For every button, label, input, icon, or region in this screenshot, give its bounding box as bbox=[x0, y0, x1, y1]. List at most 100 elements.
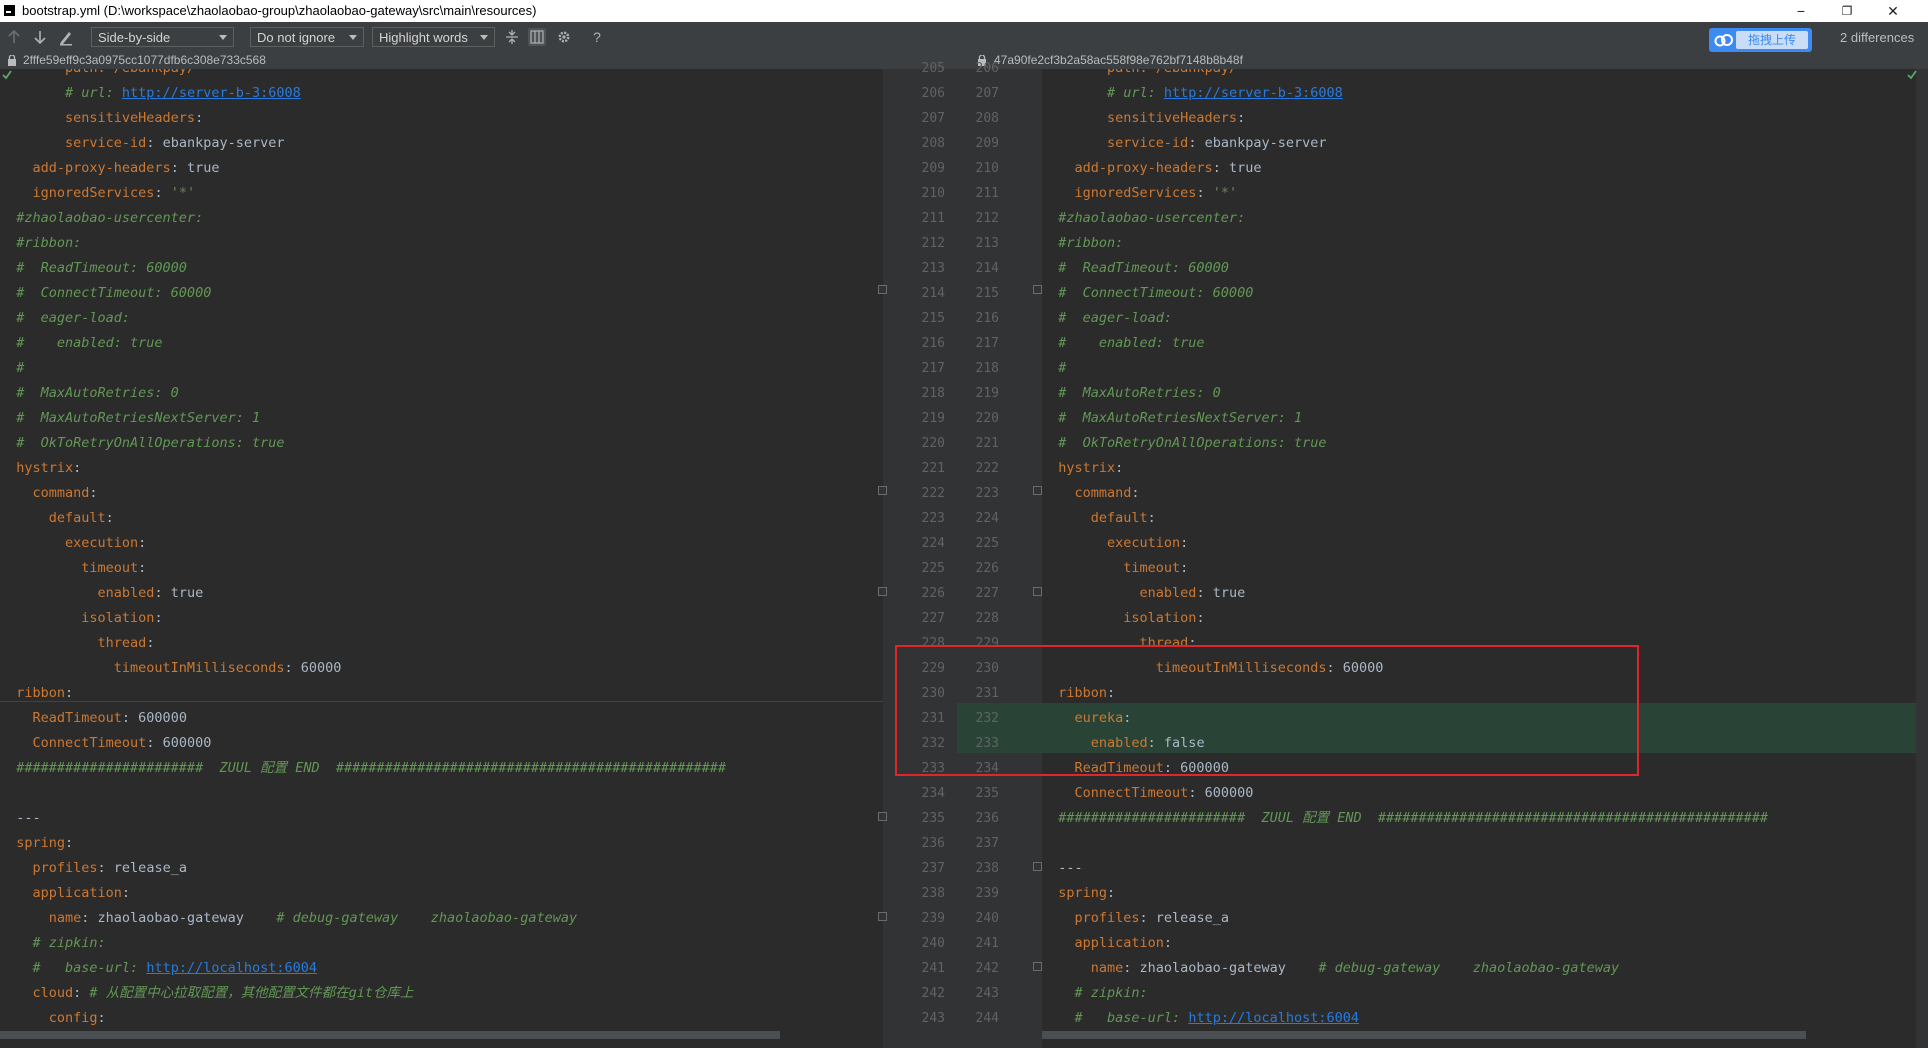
code-token: : true bbox=[154, 585, 204, 601]
line-number: 221 bbox=[975, 436, 999, 451]
diff-gutter: 205 206 207 208 209 210 211 212 213 214 215 216 217 2… bbox=[893, 61, 1042, 1048]
code-token: # zipkin: bbox=[0, 935, 106, 951]
line-number: 239 bbox=[975, 886, 999, 901]
code-token: add-proxy-headers bbox=[1042, 160, 1213, 176]
next-difference-icon[interactable] bbox=[31, 28, 49, 46]
help-icon[interactable]: ? bbox=[588, 28, 606, 46]
code-line: ignoredServices: '*' bbox=[1042, 181, 1768, 206]
url-link[interactable]: http://localhost:6004 bbox=[1188, 1010, 1359, 1026]
line-number: 243 bbox=[921, 1011, 945, 1026]
line-number: 211 bbox=[975, 186, 999, 201]
code-line: path: /ebankpay/ bbox=[1042, 69, 1768, 81]
code-token: name bbox=[0, 910, 82, 926]
code-line: # url: http://server-b-3:6008 bbox=[0, 81, 726, 106]
code-token: enabled bbox=[0, 585, 155, 601]
code-token: # bbox=[1042, 360, 1067, 376]
fold-marker-icon[interactable] bbox=[878, 812, 887, 821]
code-token: # ConnectTimeout: 60000 bbox=[1042, 285, 1254, 301]
code-token: # ConnectTimeout: 60000 bbox=[0, 285, 212, 301]
restore-button[interactable]: ❐ bbox=[1824, 0, 1870, 22]
collapse-unchanged-icon[interactable] bbox=[503, 28, 521, 46]
code-token: : 60000 bbox=[284, 660, 342, 676]
fold-marker-icon[interactable] bbox=[1033, 587, 1042, 596]
edit-source-icon[interactable] bbox=[57, 28, 75, 46]
minimize-button[interactable]: − bbox=[1778, 0, 1824, 22]
line-number: 227 bbox=[975, 586, 999, 601]
code-token: # MaxAutoRetriesNextServer: 1 bbox=[0, 410, 261, 426]
close-button[interactable]: ✕ bbox=[1870, 0, 1916, 22]
code-token: isolation bbox=[1042, 610, 1197, 626]
left-horizontal-scrollbar[interactable] bbox=[0, 1031, 780, 1039]
line-number: 221 bbox=[921, 461, 945, 476]
line-number: 217 bbox=[921, 361, 945, 376]
upload-label: 拖拽上传 bbox=[1736, 31, 1808, 49]
line-number: 217 bbox=[975, 336, 999, 351]
code-token: timeoutInMilliseconds bbox=[0, 660, 285, 676]
code-token: path: /ebankpay/ bbox=[65, 69, 195, 76]
right-vertical-scrollbar[interactable] bbox=[1916, 69, 1928, 1048]
app-icon bbox=[4, 5, 15, 16]
url-link[interactable]: http://localhost:6004 bbox=[146, 960, 317, 976]
code-line: # zipkin: bbox=[0, 931, 726, 956]
code-token: : bbox=[154, 185, 171, 201]
code-token: : bbox=[146, 635, 155, 651]
code-token: application bbox=[1042, 935, 1164, 951]
fold-marker-icon[interactable] bbox=[878, 486, 887, 495]
code-token: : bbox=[1163, 935, 1173, 951]
right-editor[interactable]: path: /ebankpay/ # url: http://server-b-… bbox=[1042, 69, 1916, 1048]
line-number: 234 bbox=[921, 786, 945, 801]
chevron-down-icon bbox=[219, 35, 227, 40]
fold-marker-icon[interactable] bbox=[1033, 962, 1042, 971]
code-line: # enabled: true bbox=[0, 331, 726, 356]
line-number: 219 bbox=[921, 411, 945, 426]
ignore-mode-label: Do not ignore bbox=[257, 30, 336, 45]
line-number: 206 bbox=[921, 86, 945, 101]
line-number: 243 bbox=[975, 986, 999, 1001]
code-token: # enabled: true bbox=[0, 335, 163, 351]
code-token: thread bbox=[0, 635, 147, 651]
code-token: #zhaolaobao-usercenter: bbox=[1042, 210, 1246, 226]
line-number: 236 bbox=[921, 836, 945, 851]
code-line: ConnectTimeout: 600000 bbox=[1042, 781, 1768, 806]
fold-marker-icon[interactable] bbox=[1033, 285, 1042, 294]
code-token: # OkToRetryOnAllOperations: true bbox=[1042, 435, 1327, 451]
line-number: 213 bbox=[921, 261, 945, 276]
code-token: : bbox=[97, 1010, 106, 1026]
ignore-mode-dropdown[interactable]: Do not ignore bbox=[250, 27, 364, 47]
right-horizontal-scrollbar[interactable] bbox=[1042, 1031, 1806, 1039]
code-token: : bbox=[1237, 110, 1246, 126]
line-number: 222 bbox=[921, 486, 945, 501]
line-number: 222 bbox=[975, 461, 999, 476]
code-token: : 600000 bbox=[121, 710, 187, 726]
upload-widget[interactable]: 拖拽上传 bbox=[1709, 28, 1812, 52]
fold-marker-icon[interactable] bbox=[1033, 862, 1042, 871]
code-token: : bbox=[65, 835, 74, 851]
line-number: 212 bbox=[921, 236, 945, 251]
right-revision-hash: 47a90fe2cf3b2a58ac558f98e762bf7148b8b48f bbox=[994, 53, 1243, 67]
previous-difference-icon[interactable] bbox=[5, 28, 23, 46]
fold-marker-icon[interactable] bbox=[878, 587, 887, 596]
gear-icon[interactable] bbox=[555, 28, 573, 46]
code-token: # OkToRetryOnAllOperations: true bbox=[0, 435, 285, 451]
title-bar: bootstrap.yml (D:\workspace\zhaolaobao-g… bbox=[0, 0, 1928, 22]
url-link[interactable]: http://server-b-3:6008 bbox=[1164, 85, 1343, 101]
line-number: 228 bbox=[975, 611, 999, 626]
code-line: execution: bbox=[0, 531, 726, 556]
code-line: execution: bbox=[1042, 531, 1768, 556]
highlight-mode-dropdown[interactable]: Highlight words bbox=[372, 27, 495, 47]
code-token: ribbon bbox=[0, 685, 66, 701]
code-token: : 600000 bbox=[1188, 785, 1254, 801]
line-number: 219 bbox=[975, 386, 999, 401]
url-link[interactable]: http://server-b-3:6008 bbox=[122, 85, 301, 101]
code-line: # MaxAutoRetries: 0 bbox=[0, 381, 726, 406]
viewer-mode-dropdown[interactable]: Side-by-side viewer bbox=[91, 27, 234, 65]
code-token: : bbox=[1131, 485, 1140, 501]
left-vertical-scrollbar[interactable] bbox=[883, 69, 893, 1048]
left-editor[interactable]: path: /ebankpay/ # url: http://server-b-… bbox=[0, 69, 883, 1048]
window-title: bootstrap.yml (D:\workspace\zhaolaobao-g… bbox=[22, 3, 537, 18]
fold-marker-icon[interactable] bbox=[1033, 486, 1042, 495]
sync-scroll-icon[interactable] bbox=[528, 28, 546, 46]
fold-marker-icon[interactable] bbox=[878, 285, 887, 294]
fold-marker-icon[interactable] bbox=[878, 912, 887, 921]
code-line: command: bbox=[1042, 481, 1768, 506]
